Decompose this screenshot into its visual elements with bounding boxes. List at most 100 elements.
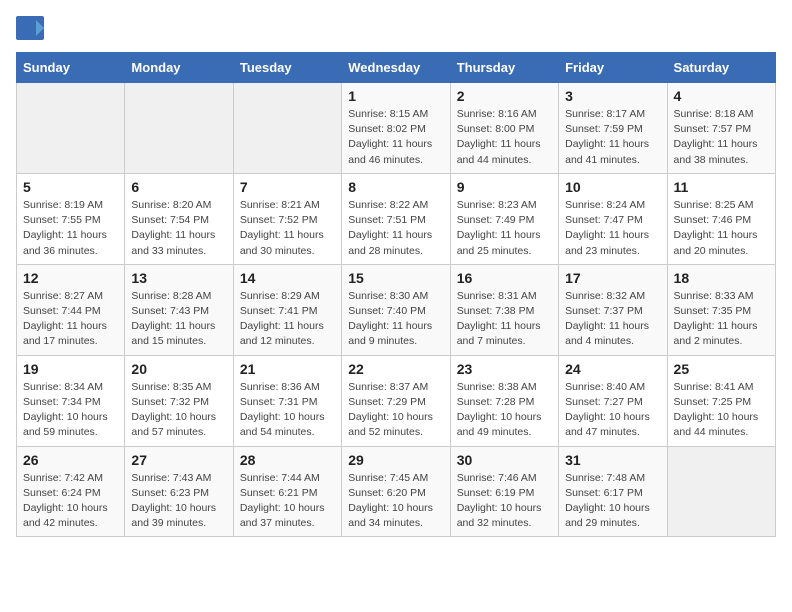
weekday-header-monday: Monday — [125, 53, 233, 83]
calendar-cell: 11 Sunrise: 8:25 AM Sunset: 7:46 PM Dayli… — [667, 173, 775, 264]
day-info: Sunrise: 8:37 AM Sunset: 7:29 PM Dayligh… — [348, 380, 443, 441]
calendar-cell: 20 Sunrise: 8:35 AM Sunset: 7:32 PM Dayli… — [125, 355, 233, 446]
day-info: Sunrise: 8:15 AM Sunset: 8:02 PM Dayligh… — [348, 107, 443, 168]
day-number: 11 — [674, 179, 769, 195]
week-row-5: 26 Sunrise: 7:42 AM Sunset: 6:24 PM Dayli… — [17, 446, 776, 537]
calendar-cell: 12 Sunrise: 8:27 AM Sunset: 7:44 PM Dayli… — [17, 264, 125, 355]
calendar-cell: 8Sunrise: 8:22 AM Sunset: 7:51 PM Daylig… — [342, 173, 450, 264]
day-number: 16 — [457, 270, 552, 286]
week-row-1: 1 Sunrise: 8:15 AM Sunset: 8:02 PM Daylig… — [17, 83, 776, 174]
day-info: Sunrise: 8:41 AM Sunset: 7:25 PM Dayligh… — [674, 380, 769, 441]
day-info: Sunrise: 8:24 AM Sunset: 7:47 PM Dayligh… — [565, 198, 660, 259]
day-number: 18 — [674, 270, 769, 286]
day-info: Sunrise: 8:23 AM Sunset: 7:49 PM Dayligh… — [457, 198, 552, 259]
day-number: 28 — [240, 452, 335, 468]
calendar-cell: 5 Sunrise: 8:19 AM Sunset: 7:55 PM Daylig… — [17, 173, 125, 264]
weekday-header-row: SundayMondayTuesdayWednesdayThursdayFrid… — [17, 53, 776, 83]
day-number: 6 — [131, 179, 226, 195]
day-number: 3 — [565, 88, 660, 104]
day-info: Sunrise: 8:28 AM Sunset: 7:43 PM Dayligh… — [131, 289, 226, 350]
calendar-cell: 27Sunrise: 7:43 AM Sunset: 6:23 PM Dayli… — [125, 446, 233, 537]
day-info: Sunrise: 8:33 AM Sunset: 7:35 PM Dayligh… — [674, 289, 769, 350]
calendar-cell: 30 Sunrise: 7:46 AM Sunset: 6:19 PM Dayli… — [450, 446, 558, 537]
day-number: 4 — [674, 88, 769, 104]
calendar-cell: 21Sunrise: 8:36 AM Sunset: 7:31 PM Dayli… — [233, 355, 341, 446]
day-info: Sunrise: 7:42 AM Sunset: 6:24 PM Dayligh… — [23, 471, 118, 532]
calendar-cell: 13 Sunrise: 8:28 AM Sunset: 7:43 PM Dayli… — [125, 264, 233, 355]
calendar-cell: 18 Sunrise: 8:33 AM Sunset: 7:35 PM Dayli… — [667, 264, 775, 355]
day-number: 31 — [565, 452, 660, 468]
week-row-3: 12 Sunrise: 8:27 AM Sunset: 7:44 PM Dayli… — [17, 264, 776, 355]
week-row-4: 19 Sunrise: 8:34 AM Sunset: 7:34 PM Dayli… — [17, 355, 776, 446]
calendar-cell — [125, 83, 233, 174]
day-number: 19 — [23, 361, 118, 377]
day-number: 2 — [457, 88, 552, 104]
day-number: 27 — [131, 452, 226, 468]
day-info: Sunrise: 8:18 AM Sunset: 7:57 PM Dayligh… — [674, 107, 769, 168]
calendar-cell: 31 Sunrise: 7:48 AM Sunset: 6:17 PM Dayli… — [559, 446, 667, 537]
day-number: 1 — [348, 88, 443, 104]
weekday-header-saturday: Saturday — [667, 53, 775, 83]
calendar-table: SundayMondayTuesdayWednesdayThursdayFrid… — [16, 52, 776, 537]
day-number: 26 — [23, 452, 118, 468]
day-number: 23 — [457, 361, 552, 377]
calendar-cell: 26 Sunrise: 7:42 AM Sunset: 6:24 PM Dayli… — [17, 446, 125, 537]
calendar-cell: 3 Sunrise: 8:17 AM Sunset: 7:59 PM Daylig… — [559, 83, 667, 174]
day-info: Sunrise: 8:30 AM Sunset: 7:40 PM Dayligh… — [348, 289, 443, 350]
day-number: 20 — [131, 361, 226, 377]
day-info: Sunrise: 8:19 AM Sunset: 7:55 PM Dayligh… — [23, 198, 118, 259]
day-number: 15 — [348, 270, 443, 286]
day-info: Sunrise: 7:45 AM Sunset: 6:20 PM Dayligh… — [348, 471, 443, 532]
day-info: Sunrise: 8:17 AM Sunset: 7:59 PM Dayligh… — [565, 107, 660, 168]
calendar-cell: 17Sunrise: 8:32 AM Sunset: 7:37 PM Dayli… — [559, 264, 667, 355]
day-info: Sunrise: 7:48 AM Sunset: 6:17 PM Dayligh… — [565, 471, 660, 532]
day-number: 13 — [131, 270, 226, 286]
calendar-cell: 23 Sunrise: 8:38 AM Sunset: 7:28 PM Dayli… — [450, 355, 558, 446]
day-number: 25 — [674, 361, 769, 377]
day-info: Sunrise: 8:25 AM Sunset: 7:46 PM Dayligh… — [674, 198, 769, 259]
weekday-header-tuesday: Tuesday — [233, 53, 341, 83]
day-info: Sunrise: 8:16 AM Sunset: 8:00 PM Dayligh… — [457, 107, 552, 168]
day-info: Sunrise: 8:27 AM Sunset: 7:44 PM Dayligh… — [23, 289, 118, 350]
day-info: Sunrise: 7:46 AM Sunset: 6:19 PM Dayligh… — [457, 471, 552, 532]
calendar-cell: 7 Sunrise: 8:21 AM Sunset: 7:52 PM Daylig… — [233, 173, 341, 264]
calendar-cell: 22 Sunrise: 8:37 AM Sunset: 7:29 PM Dayli… — [342, 355, 450, 446]
day-info: Sunrise: 8:21 AM Sunset: 7:52 PM Dayligh… — [240, 198, 335, 259]
day-number: 8 — [348, 179, 443, 195]
weekday-header-thursday: Thursday — [450, 53, 558, 83]
day-number: 10 — [565, 179, 660, 195]
calendar-cell: 24Sunrise: 8:40 AM Sunset: 7:27 PM Dayli… — [559, 355, 667, 446]
day-number: 17 — [565, 270, 660, 286]
day-number: 7 — [240, 179, 335, 195]
calendar-cell — [667, 446, 775, 537]
calendar-cell: 2 Sunrise: 8:16 AM Sunset: 8:00 PM Daylig… — [450, 83, 558, 174]
day-number: 14 — [240, 270, 335, 286]
weekday-header-friday: Friday — [559, 53, 667, 83]
day-info: Sunrise: 8:40 AM Sunset: 7:27 PM Dayligh… — [565, 380, 660, 441]
day-number: 5 — [23, 179, 118, 195]
page-header — [16, 16, 776, 40]
calendar-cell: 19 Sunrise: 8:34 AM Sunset: 7:34 PM Dayli… — [17, 355, 125, 446]
calendar-cell: 9 Sunrise: 8:23 AM Sunset: 7:49 PM Daylig… — [450, 173, 558, 264]
calendar-cell: 15 Sunrise: 8:30 AM Sunset: 7:40 PM Dayli… — [342, 264, 450, 355]
day-info: Sunrise: 8:20 AM Sunset: 7:54 PM Dayligh… — [131, 198, 226, 259]
day-number: 9 — [457, 179, 552, 195]
day-info: Sunrise: 8:29 AM Sunset: 7:41 PM Dayligh… — [240, 289, 335, 350]
calendar-cell: 29 Sunrise: 7:45 AM Sunset: 6:20 PM Dayli… — [342, 446, 450, 537]
calendar-cell: 28 Sunrise: 7:44 AM Sunset: 6:21 PM Dayli… — [233, 446, 341, 537]
day-info: Sunrise: 8:34 AM Sunset: 7:34 PM Dayligh… — [23, 380, 118, 441]
day-number: 30 — [457, 452, 552, 468]
weekday-header-wednesday: Wednesday — [342, 53, 450, 83]
calendar-cell: 16Sunrise: 8:31 AM Sunset: 7:38 PM Dayli… — [450, 264, 558, 355]
day-number: 22 — [348, 361, 443, 377]
week-row-2: 5 Sunrise: 8:19 AM Sunset: 7:55 PM Daylig… — [17, 173, 776, 264]
day-info: Sunrise: 7:44 AM Sunset: 6:21 PM Dayligh… — [240, 471, 335, 532]
logo — [16, 16, 48, 40]
calendar-cell: 1 Sunrise: 8:15 AM Sunset: 8:02 PM Daylig… — [342, 83, 450, 174]
calendar-cell: 10 Sunrise: 8:24 AM Sunset: 7:47 PM Dayli… — [559, 173, 667, 264]
day-number: 29 — [348, 452, 443, 468]
day-number: 12 — [23, 270, 118, 286]
calendar-cell: 4 Sunrise: 8:18 AM Sunset: 7:57 PM Daylig… — [667, 83, 775, 174]
day-info: Sunrise: 8:38 AM Sunset: 7:28 PM Dayligh… — [457, 380, 552, 441]
day-info: Sunrise: 8:35 AM Sunset: 7:32 PM Dayligh… — [131, 380, 226, 441]
